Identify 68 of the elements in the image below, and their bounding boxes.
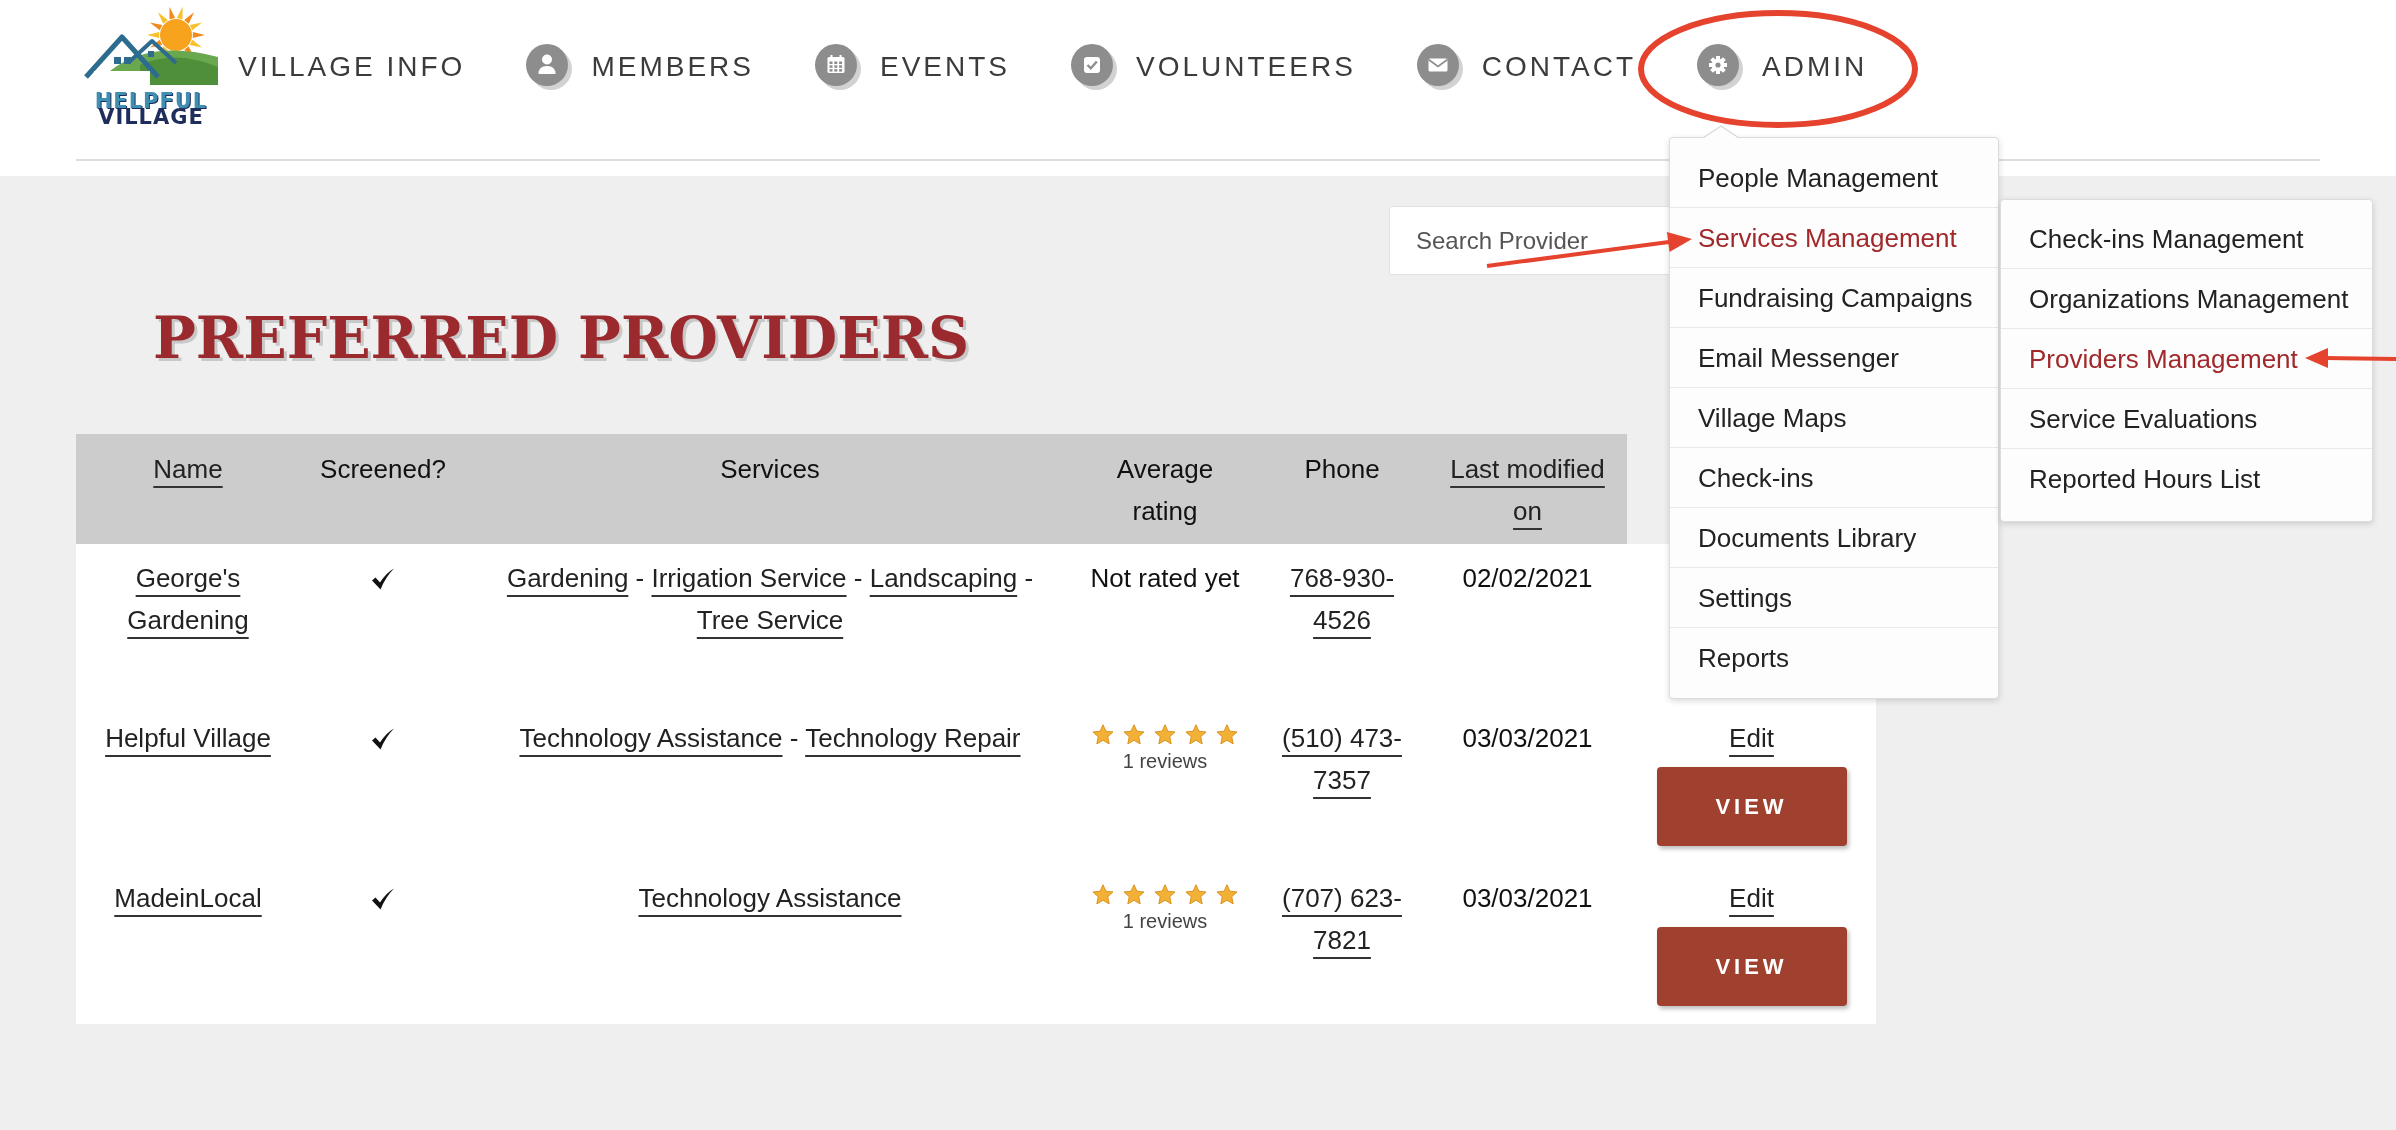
separator-text: - <box>853 563 863 593</box>
calendar-icon[interactable] <box>815 44 861 90</box>
phone-link[interactable]: 768-930-4526 <box>1268 557 1416 641</box>
service-link[interactable]: Tree Service <box>696 605 844 635</box>
menu-item[interactable]: Check-ins <box>1670 448 1998 508</box>
service-link[interactable]: Technology Assistance <box>519 723 783 753</box>
column-header: Services <box>466 434 1074 544</box>
separator-text: - <box>635 563 645 593</box>
column-header: Screened? <box>300 434 466 544</box>
column-header: Phone <box>1256 434 1428 544</box>
nav-link[interactable]: MEMBERS <box>526 44 754 90</box>
menu-item[interactable]: Fundraising Campaigns <box>1670 268 1998 328</box>
star-icon <box>1123 884 1145 905</box>
view-button[interactable]: VIEW <box>1656 927 1847 1006</box>
menu-item[interactable]: Email Messenger <box>1670 328 1998 388</box>
star-icon <box>1216 724 1238 745</box>
menu-item[interactable]: Village Maps <box>1670 388 1998 448</box>
review-count: 1 reviews <box>1121 909 1209 933</box>
menu-item[interactable]: People Management <box>1670 148 1998 208</box>
settings-icon[interactable] <box>1697 44 1744 90</box>
menu-item[interactable]: Organizations Management <box>2001 269 2372 329</box>
provider-name-link[interactable]: MadeinLocal <box>114 877 262 919</box>
star-icon <box>1092 724 1114 745</box>
person-icon[interactable] <box>526 44 573 90</box>
provider-name-link[interactable]: George's Gardening <box>96 557 280 641</box>
view-button[interactable]: VIEW <box>1656 767 1847 846</box>
service-link[interactable]: Landscaping <box>869 563 1018 593</box>
menu-item[interactable]: Check-ins Management <box>2001 209 2372 269</box>
star-icon <box>1154 884 1176 905</box>
sort-link[interactable]: Last modified on <box>1438 448 1617 532</box>
service-link[interactable]: Irrigation Service <box>651 563 847 593</box>
menu-item[interactable]: Service Evaluations <box>2001 389 2372 449</box>
menu-item[interactable]: Reports <box>1670 628 1998 688</box>
separator-text: - <box>789 723 799 753</box>
nav-link[interactable]: CONTACT <box>1416 44 1637 90</box>
service-link[interactable]: Technology Assistance <box>638 883 902 913</box>
menu-item[interactable]: Settings <box>1670 568 1998 628</box>
menu-item[interactable]: Documents Library <box>1670 508 1998 568</box>
review-count: 1 reviews <box>1121 749 1209 773</box>
menu-item[interactable]: Reported Hours List <box>2001 449 2372 509</box>
envelope-icon[interactable] <box>1416 44 1463 90</box>
star-icon <box>1185 724 1207 745</box>
star-icon <box>1123 724 1145 745</box>
edit-link[interactable]: Edit <box>1729 723 1774 753</box>
nav-link[interactable]: VILLAGE INFO <box>238 44 466 90</box>
service-link[interactable]: Gardening <box>506 563 629 593</box>
edit-link[interactable]: Edit <box>1729 883 1774 913</box>
column-header: Average rating <box>1074 434 1256 544</box>
star-icon <box>1216 884 1238 905</box>
sort-link[interactable]: Name <box>153 448 223 490</box>
phone-link[interactable]: (707) 623-7821 <box>1268 877 1416 961</box>
page-title: PREFERRED PROVIDERS <box>153 303 970 373</box>
provider-name-link[interactable]: Helpful Village <box>105 717 271 759</box>
checkbox-icon[interactable] <box>1071 44 1117 90</box>
table-cell: 02/02/2021 <box>1428 544 1627 704</box>
nav-link[interactable]: EVENTS <box>815 44 1010 90</box>
star-icon <box>1154 724 1176 745</box>
service-link[interactable]: Technology Repair <box>805 723 1021 753</box>
star-icon <box>1092 884 1114 905</box>
table-cell: 03/03/2021 <box>1428 704 1627 864</box>
logo-text: VILLAGE <box>98 109 204 125</box>
table-cell: Not rated yet <box>1074 544 1256 704</box>
star-icon <box>1185 884 1207 905</box>
separator-text: - <box>1024 563 1034 593</box>
table-cell: 03/03/2021 <box>1428 864 1627 1024</box>
nav-link[interactable]: VOLUNTEERS <box>1071 44 1356 90</box>
logo-text: HELPFUL <box>94 93 208 109</box>
phone-link[interactable]: (510) 473-7357 <box>1268 717 1416 801</box>
